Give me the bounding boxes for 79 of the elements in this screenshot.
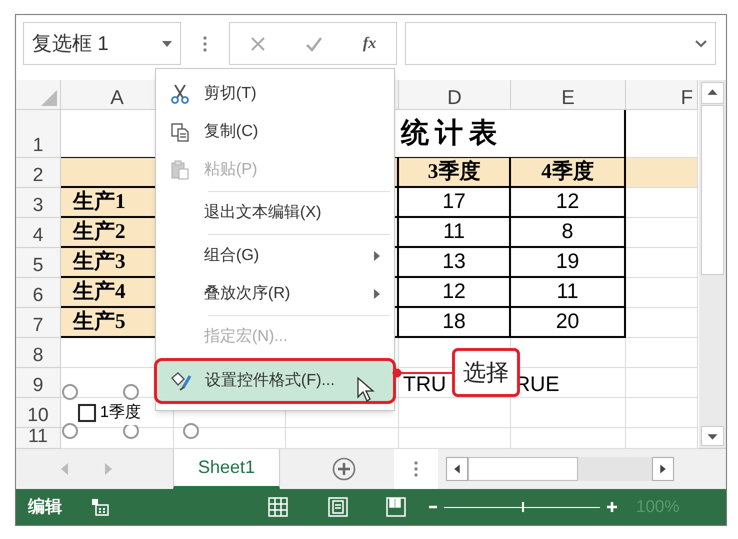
menu-item[interactable]: 设置控件格式(F)... (154, 358, 396, 404)
zoom-in-icon[interactable] (606, 501, 618, 513)
row-header[interactable]: 6 (16, 278, 61, 308)
macro-record-icon[interactable] (90, 497, 110, 517)
table-cell: 11 (511, 278, 626, 308)
callout-label: 选择 (452, 348, 520, 397)
copy-icon (169, 121, 191, 143)
resize-handle[interactable] (62, 384, 78, 400)
row-header[interactable]: 11 (16, 428, 61, 449)
sheet-tab[interactable]: Sheet1 (173, 448, 280, 489)
row-header[interactable]: 9 (16, 368, 61, 398)
leader-line (392, 368, 452, 378)
scroll-thumb[interactable] (468, 457, 578, 481)
chevron-down-icon (695, 40, 707, 48)
table-cell: 8 (511, 218, 626, 248)
tab-left-icon[interactable] (61, 463, 69, 475)
table-cell: 17 (399, 188, 511, 218)
select-all-icon[interactable] (41, 90, 57, 106)
row-header[interactable]: 1 (16, 110, 61, 158)
table-cell: 20 (511, 308, 626, 338)
close-icon[interactable] (250, 36, 266, 52)
column-header[interactable]: E (511, 80, 626, 110)
checkbox-label: 1季度 (100, 401, 141, 425)
paint-brush-icon (169, 370, 193, 392)
row-header[interactable]: 3 (16, 188, 61, 218)
menu-item[interactable]: 复制(C) (156, 113, 394, 151)
scroll-up-icon[interactable] (701, 82, 724, 104)
scroll-thumb[interactable] (701, 105, 724, 275)
table-cell: 18 (399, 308, 511, 338)
dots-icon (414, 461, 418, 477)
dots-icon (203, 36, 207, 52)
table-cell: 19 (511, 248, 626, 278)
table-cell (626, 308, 698, 338)
table-cell: 13 (399, 248, 511, 278)
vertical-scrollbar[interactable] (699, 80, 726, 448)
tab-right-icon[interactable] (104, 463, 112, 475)
scroll-left-icon[interactable] (446, 457, 468, 481)
table-cell (626, 188, 698, 218)
row-header[interactable]: 8 (16, 338, 61, 368)
row-header[interactable]: 4 (16, 218, 61, 248)
table-cell: 4季度 (511, 158, 626, 188)
resize-handle[interactable] (62, 423, 78, 439)
name-box[interactable]: 复选框 1 (23, 22, 181, 65)
table-cell (626, 368, 698, 398)
table-cell (626, 398, 698, 428)
horizontal-scrollbar[interactable] (446, 457, 674, 481)
zoom-slider[interactable] (444, 502, 600, 512)
row-header[interactable]: 7 (16, 308, 61, 338)
table-cell (626, 248, 698, 278)
page-layout-icon[interactable] (328, 497, 348, 517)
table-cell: 12 (399, 278, 511, 308)
check-icon[interactable] (305, 36, 324, 52)
resize-handle[interactable] (123, 384, 139, 400)
resize-handle[interactable] (183, 423, 199, 439)
row-header[interactable]: 2 (16, 158, 61, 188)
insert-function-button[interactable]: fx (362, 32, 376, 56)
caret-icon (162, 40, 172, 46)
table-cell (626, 218, 698, 248)
formula-input[interactable] (405, 22, 716, 65)
table-cell: 11 (399, 218, 511, 248)
scissors-icon (169, 83, 191, 105)
scroll-right-icon[interactable] (652, 457, 674, 481)
add-sheet-icon[interactable] (332, 457, 356, 481)
mouse-pointer-icon (357, 377, 377, 403)
scroll-down-icon[interactable] (701, 426, 724, 446)
table-cell (626, 158, 698, 188)
row-header[interactable]: 5 (16, 248, 61, 278)
status-mode: 编辑 (28, 496, 62, 518)
grid-view-icon[interactable] (268, 497, 288, 517)
row-header[interactable]: 10 (16, 398, 61, 428)
column-header[interactable]: F (626, 80, 698, 110)
page-break-icon[interactable] (386, 497, 406, 517)
table-cell (626, 278, 698, 308)
table-cell: 3季度 (399, 158, 511, 188)
clipboard-icon (169, 159, 191, 181)
column-header[interactable]: D (399, 80, 511, 110)
table-cell: 12 (511, 188, 626, 218)
checkbox[interactable] (78, 404, 96, 422)
table-cell (626, 338, 698, 368)
